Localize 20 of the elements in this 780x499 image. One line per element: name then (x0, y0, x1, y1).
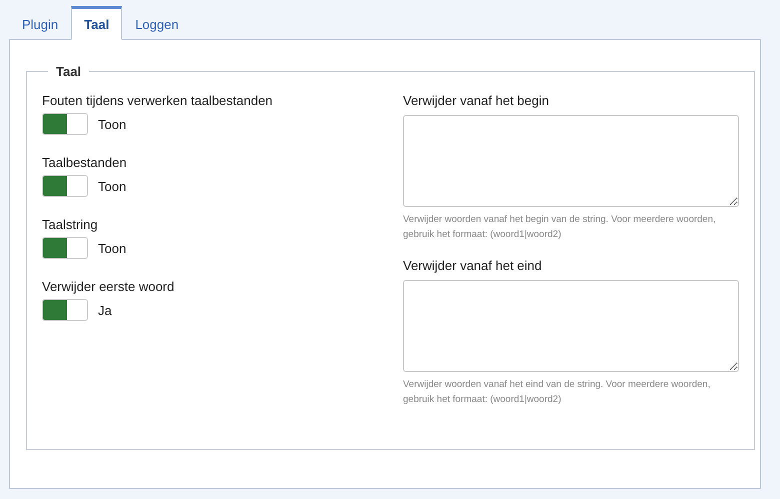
switch-value: Toon (98, 116, 126, 132)
switch-label: Fouten tijdens verwerken taalbestanden (42, 93, 274, 108)
switch-value: Ja (98, 302, 112, 318)
switch-label: Verwijder eerste woord (42, 279, 176, 294)
fieldset-legend: Taal (48, 64, 90, 79)
toggle-switch[interactable] (42, 237, 88, 259)
toggle-switch[interactable] (42, 299, 88, 321)
switch-label: Taalstring (42, 217, 99, 232)
tab[interactable]: Taal (71, 6, 122, 40)
field-label: Verwijder vanaf het eind (403, 258, 543, 273)
switch-value: Toon (98, 178, 126, 194)
tab[interactable]: Loggen (122, 6, 192, 40)
help-text: Verwijder woorden vanaf het begin van de string. Voor meerdere woorden, gebruik het formaat: (woord1|woord2) (403, 213, 717, 242)
toggle-switch[interactable] (42, 175, 88, 197)
switch-value: Toon (98, 240, 126, 256)
tab[interactable]: Plugin (9, 6, 72, 40)
help-text: Verwijder woorden vanaf het eind van de string. Voor meerdere woorden, gebruik het formaat: (woord1|woord2) (403, 378, 712, 407)
switch-label: Taalbestanden (42, 155, 128, 170)
toggle-switch[interactable] (42, 113, 88, 135)
field-label: Verwijder vanaf het begin (403, 93, 550, 108)
